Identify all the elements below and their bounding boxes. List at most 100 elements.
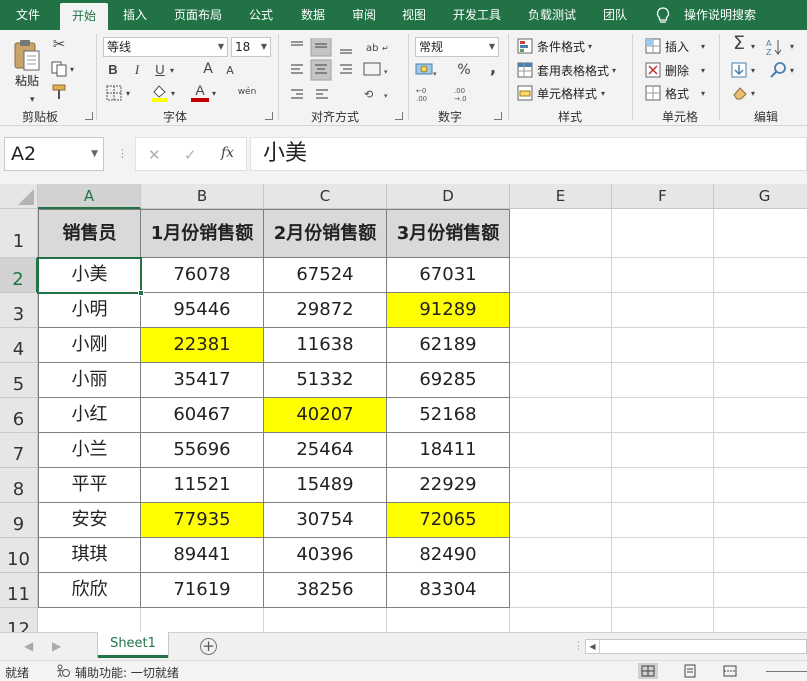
format-painter-icon[interactable] <box>51 84 69 100</box>
tab-split-handle-icon[interactable]: ⋮ <box>573 639 584 652</box>
autosum-dropdown-icon[interactable]: ▾ <box>751 39 755 55</box>
fill-down-dropdown-icon[interactable]: ▾ <box>751 63 755 79</box>
conditional-format-button[interactable]: 条件格式 <box>537 38 585 55</box>
cell-a4[interactable]: 小刚 <box>38 328 141 363</box>
cell-d12[interactable] <box>387 608 510 632</box>
conditional-format-icon[interactable] <box>517 38 533 54</box>
table-header-cell[interactable]: 3月份销售额 <box>387 209 510 258</box>
column-header-g[interactable]: G <box>714 184 807 209</box>
cell-b11[interactable]: 71619 <box>141 573 264 608</box>
insert-cells-button[interactable]: 插入 <box>665 38 689 55</box>
row-header-11[interactable]: 11 <box>0 573 38 608</box>
delete-cells-icon[interactable] <box>645 62 661 78</box>
clear-dropdown-icon[interactable]: ▾ <box>751 86 755 102</box>
cell-f1[interactable] <box>612 209 714 258</box>
cell-g5[interactable] <box>714 363 807 398</box>
cell-g2[interactable] <box>714 258 807 293</box>
cell-g1[interactable] <box>714 209 807 258</box>
tab-developer[interactable]: 开发工具 <box>443 0 511 30</box>
row-header-9[interactable]: 9 <box>0 503 38 538</box>
row-header-2[interactable]: 2 <box>0 258 38 293</box>
cell-d8[interactable]: 22929 <box>387 468 510 503</box>
italic-button[interactable]: I <box>130 62 144 78</box>
paste-icon[interactable] <box>12 38 42 72</box>
cell-f11[interactable] <box>612 573 714 608</box>
cell-e5[interactable] <box>510 363 612 398</box>
format-cells-icon[interactable] <box>645 85 661 101</box>
row-header-7[interactable]: 7 <box>0 433 38 468</box>
cell-a5[interactable]: 小丽 <box>38 363 141 398</box>
cell-e3[interactable] <box>510 293 612 328</box>
font-color-dropdown-icon[interactable]: ▾ <box>212 86 216 102</box>
cell-g10[interactable] <box>714 538 807 573</box>
page-break-view-icon[interactable] <box>720 663 740 679</box>
cell-c3[interactable]: 29872 <box>264 293 387 328</box>
fill-down-icon[interactable] <box>731 62 749 78</box>
bold-button[interactable]: B <box>106 62 120 78</box>
cell-b2[interactable]: 76078 <box>141 258 264 293</box>
row-header-3[interactable]: 3 <box>0 293 38 328</box>
row-header-12[interactable]: 12 <box>0 608 38 632</box>
cell-b4[interactable]: 22381 <box>141 328 264 363</box>
normal-view-icon[interactable] <box>638 663 658 679</box>
insert-cells-dropdown-icon[interactable]: ▾ <box>701 39 705 55</box>
sort-filter-icon[interactable]: A Z <box>766 38 788 56</box>
number-launcher-icon[interactable] <box>494 112 502 120</box>
cell-a3[interactable]: 小明 <box>38 293 141 328</box>
underline-dropdown-icon[interactable]: ▾ <box>170 63 174 79</box>
cell-a8[interactable]: 平平 <box>38 468 141 503</box>
row-header-10[interactable]: 10 <box>0 538 38 573</box>
border-icon[interactable] <box>106 85 122 101</box>
tab-data[interactable]: 数据 <box>290 0 336 30</box>
cell-a6[interactable]: 小红 <box>38 398 141 433</box>
delete-cells-dropdown-icon[interactable]: ▾ <box>701 63 705 79</box>
cell-b8[interactable]: 11521 <box>141 468 264 503</box>
cell-d5[interactable]: 69285 <box>387 363 510 398</box>
cell-styles-button[interactable]: 单元格样式 <box>537 85 597 102</box>
cell-e1[interactable] <box>510 209 612 258</box>
accessibility-icon[interactable] <box>55 664 71 678</box>
percent-button[interactable]: % <box>456 62 472 78</box>
sheet-tab-sheet1[interactable]: Sheet1 <box>98 632 168 658</box>
tab-load-test[interactable]: 负载测试 <box>518 0 586 30</box>
cell-f5[interactable] <box>612 363 714 398</box>
number-format-select[interactable]: 常规 ▼ <box>415 37 499 57</box>
alignment-buttons[interactable]: ab ↵ ▾ ⟲ ▾ <box>288 38 398 104</box>
find-select-dropdown-icon[interactable]: ▾ <box>790 63 794 79</box>
cell-e6[interactable] <box>510 398 612 433</box>
select-all-corner[interactable] <box>0 184 38 209</box>
row-header-5[interactable]: 5 <box>0 363 38 398</box>
cell-e2[interactable] <box>510 258 612 293</box>
column-header-f[interactable]: F <box>612 184 714 209</box>
cell-e8[interactable] <box>510 468 612 503</box>
paste-dropdown-icon[interactable]: ▾ <box>30 92 35 108</box>
paste-button[interactable]: 粘贴 <box>15 72 39 89</box>
fill-handle[interactable] <box>138 290 144 296</box>
cell-f8[interactable] <box>612 468 714 503</box>
delete-cells-button[interactable]: 删除 <box>665 62 689 79</box>
tab-home[interactable]: 开始 <box>60 3 108 30</box>
cell-g8[interactable] <box>714 468 807 503</box>
cancel-entry-icon[interactable]: ✕ <box>148 146 161 164</box>
cell-c8[interactable]: 15489 <box>264 468 387 503</box>
cell-a7[interactable]: 小兰 <box>38 433 141 468</box>
cell-d9[interactable]: 72065 <box>387 503 510 538</box>
cell-styles-dropdown-icon[interactable]: ▾ <box>601 86 605 102</box>
cell-a11[interactable]: 欣欣 <box>38 573 141 608</box>
cell-g9[interactable] <box>714 503 807 538</box>
tab-team[interactable]: 团队 <box>592 0 638 30</box>
cell-b12[interactable] <box>141 608 264 632</box>
table-header-cell[interactable]: 2月份销售额 <box>264 209 387 258</box>
font-launcher-icon[interactable] <box>265 112 273 120</box>
cell-g7[interactable] <box>714 433 807 468</box>
cell-c2[interactable]: 67524 <box>264 258 387 293</box>
cell-c10[interactable]: 40396 <box>264 538 387 573</box>
add-sheet-button[interactable]: + <box>200 638 217 655</box>
cell-a9[interactable]: 安安 <box>38 503 141 538</box>
format-as-table-icon[interactable] <box>517 62 533 78</box>
cell-styles-icon[interactable] <box>517 85 533 101</box>
cell-b3[interactable]: 95446 <box>141 293 264 328</box>
cell-g11[interactable] <box>714 573 807 608</box>
format-cells-dropdown-icon[interactable]: ▾ <box>701 86 705 102</box>
cell-d10[interactable]: 82490 <box>387 538 510 573</box>
